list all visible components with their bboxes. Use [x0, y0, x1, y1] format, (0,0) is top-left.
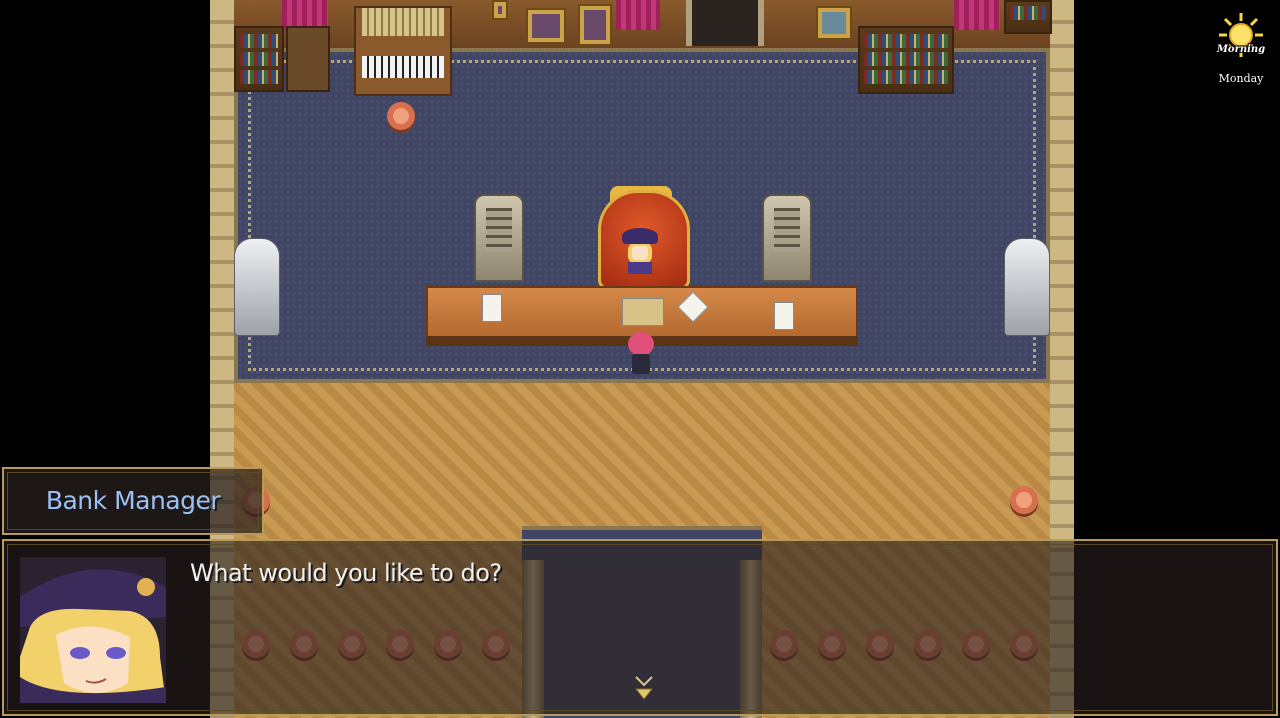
knight-statue — [1004, 238, 1050, 336]
continue-arrow-icon[interactable] — [632, 673, 656, 703]
letter-envelope — [677, 291, 709, 323]
bank-desk — [426, 286, 858, 338]
curtain — [954, 0, 1000, 30]
document — [482, 294, 502, 322]
message-window[interactable]: What would you like to do? — [2, 539, 1278, 716]
speaker-name-box: Bank Manager — [2, 467, 264, 535]
stone-chair — [474, 194, 524, 282]
witch-portrait — [20, 557, 166, 703]
back-doorway — [686, 0, 764, 46]
landscape-painting — [816, 6, 852, 40]
bookshelf — [858, 26, 954, 94]
time-of-day-label: Morning — [1216, 44, 1266, 55]
angel-statue — [234, 238, 280, 336]
bank-manager-sprite[interactable] — [622, 228, 658, 274]
bookshelf — [234, 26, 284, 92]
day-label: Monday — [1218, 72, 1264, 85]
curtain — [616, 0, 660, 30]
document — [774, 302, 794, 330]
stone-chair — [762, 194, 812, 282]
cushion-stool — [387, 102, 415, 130]
portrait-painting — [578, 4, 612, 46]
small-frame — [492, 0, 508, 20]
player-character[interactable] — [626, 332, 656, 376]
map-scroll — [622, 298, 664, 326]
pipe-organ — [354, 6, 452, 96]
speaker-name: Bank Manager — [45, 486, 221, 515]
dialog-message: What would you like to do? — [190, 559, 502, 587]
weapon-rack — [286, 26, 330, 92]
bookshelf — [1004, 0, 1052, 34]
cushion-stool — [1010, 486, 1038, 514]
portrait-painting — [526, 8, 566, 44]
